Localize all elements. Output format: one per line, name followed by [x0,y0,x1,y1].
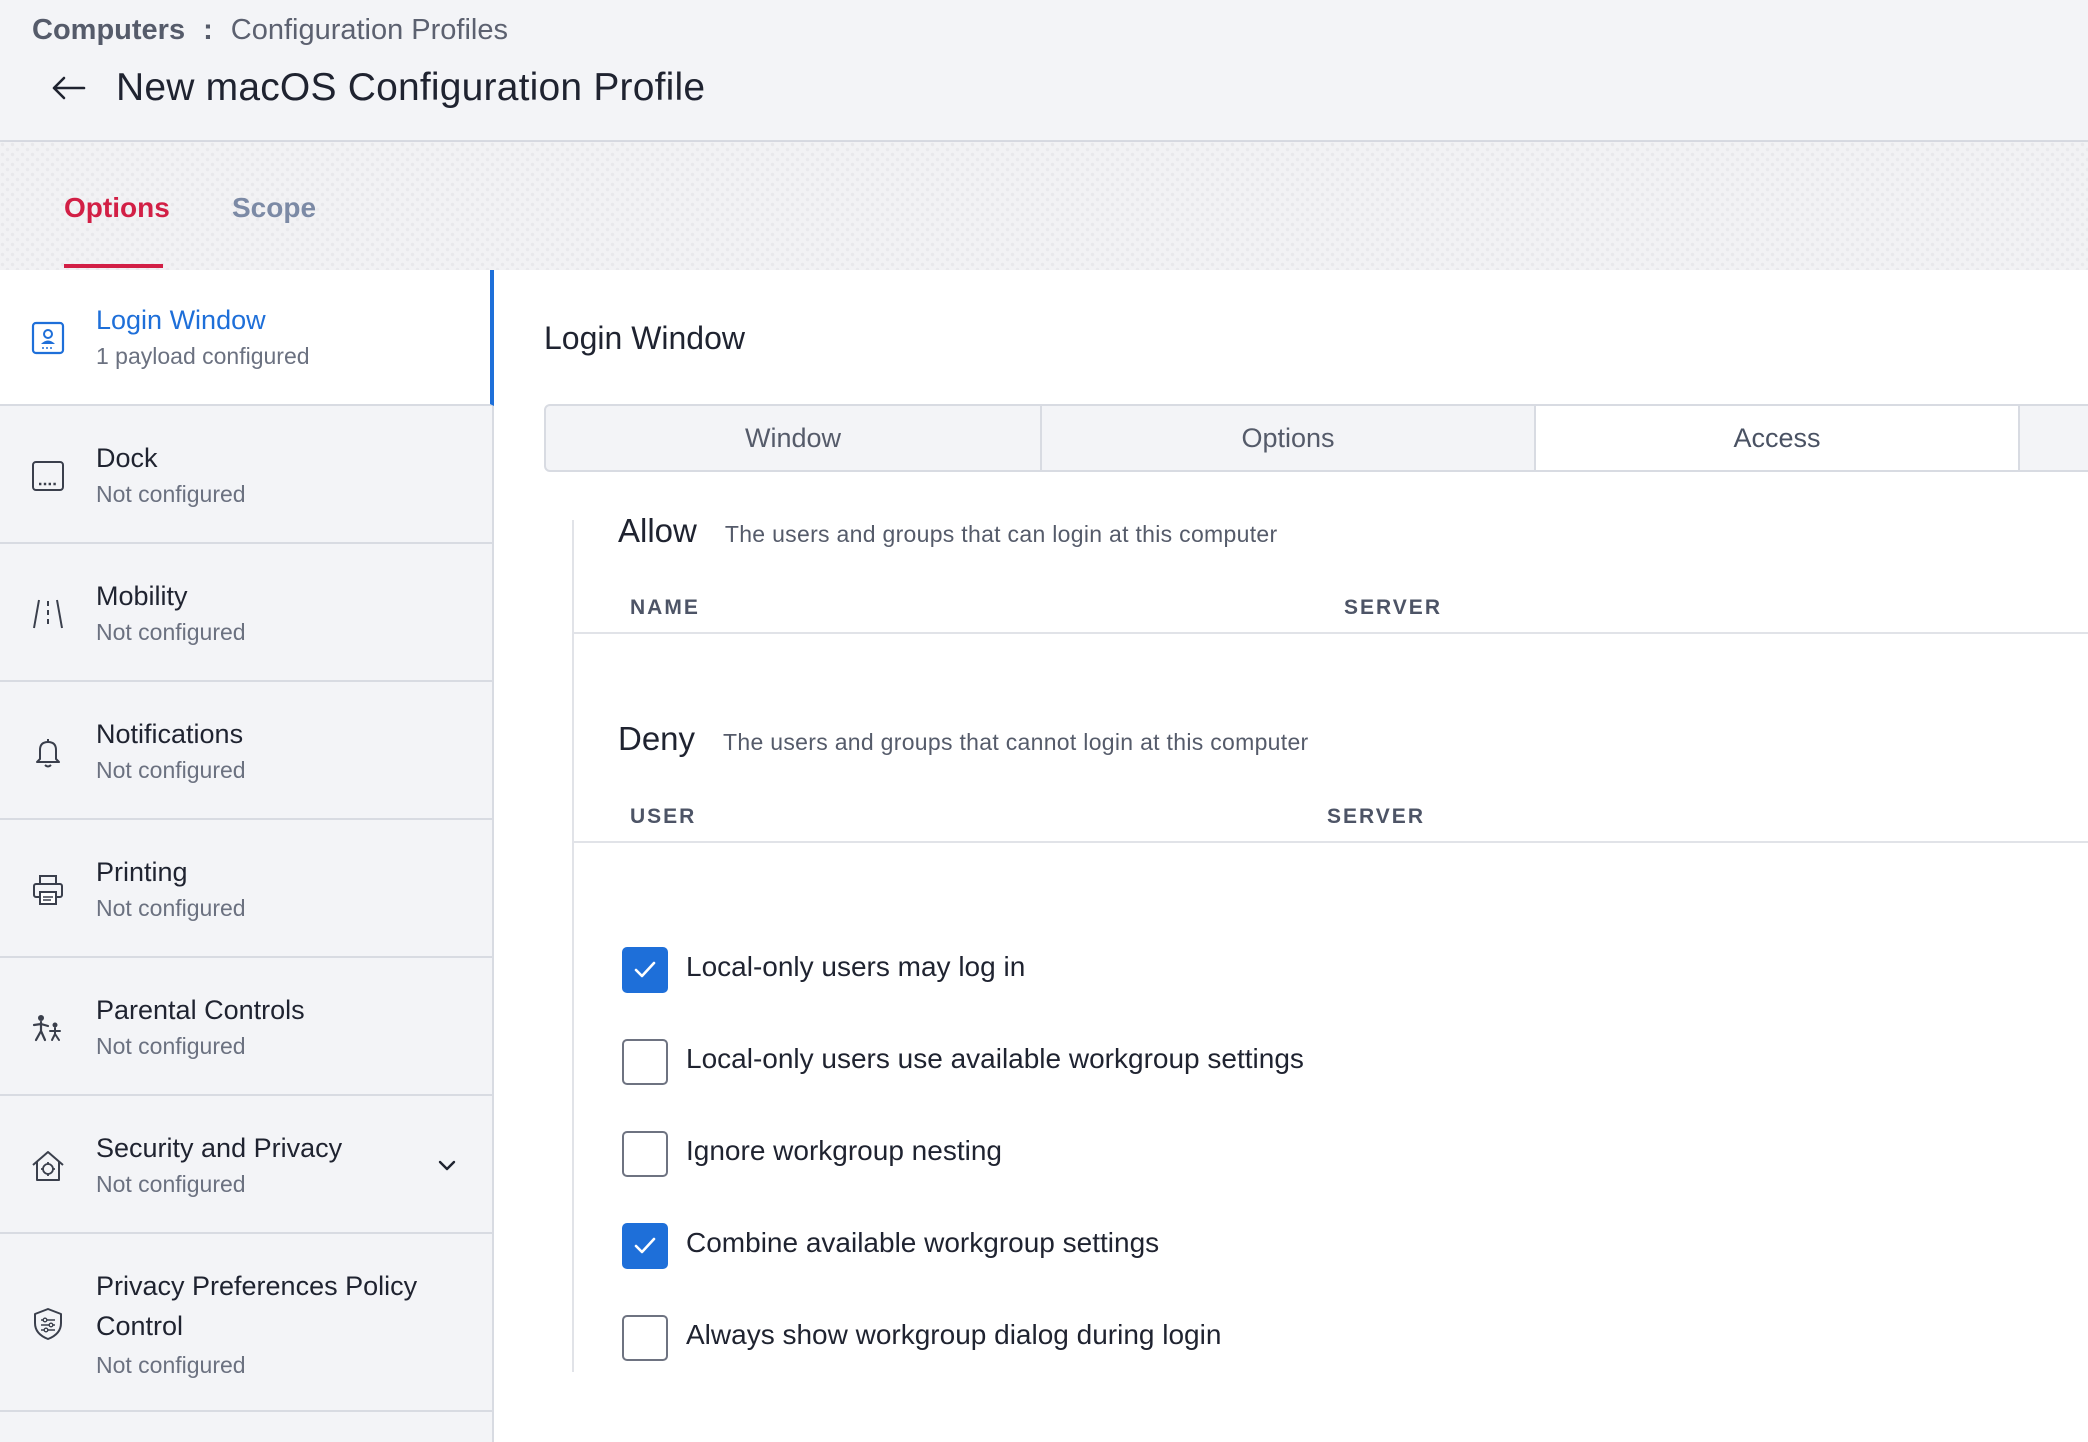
sidebar-item-title-line2: Control [96,1311,184,1341]
sidebar-item-title: Printing [96,857,188,887]
back-arrow-icon[interactable] [46,66,90,110]
checkbox-label: Local-only users use available workgroup… [686,1043,1304,1074]
mobility-icon [30,596,66,632]
tab-scope[interactable]: Scope [232,192,316,224]
checkmark-icon [634,1237,656,1254]
sidebar-item-status: Not configured [96,1171,246,1197]
privacy-shield-icon [30,1306,66,1342]
dock-icon [30,458,66,494]
allow-table-divider [574,632,2088,634]
allow-column-server[interactable]: SERVER [1344,596,1442,620]
sidebar-item-status: Not configured [96,1033,246,1059]
deny-section-header: Deny The users and groups that cannot log… [618,720,1309,758]
sidebar-item-mobility[interactable]: Mobility Not configured [0,544,494,682]
segment-options[interactable]: Options [1042,406,1536,470]
login-window-icon [30,320,66,356]
checkbox-label: Always show workgroup dialog during logi… [686,1319,1222,1350]
deny-column-server[interactable]: SERVER [1327,805,1425,829]
sidebar-item-title: Login Window [96,305,266,335]
sidebar-item-privacy-preferences-policy-control[interactable]: Privacy Preferences Policy Control Not c… [0,1234,494,1412]
sidebar-item-title: Notifications [96,719,244,749]
sidebar-item-status: 1 payload configured [96,343,310,369]
sidebar-item-notifications[interactable]: Notifications Not configured [0,682,494,820]
deny-table-divider [574,841,2088,843]
sidebar-item-title: Dock [96,443,158,473]
active-tab-indicator [64,264,163,268]
breadcrumb-computers[interactable]: Computers [32,14,185,46]
checkbox-unchecked[interactable] [622,1315,668,1361]
sidebar-item-title-line1: Privacy Preferences Policy [96,1271,418,1301]
checkbox-label: Local-only users may log in [686,951,1026,982]
deny-label: Deny [618,720,696,757]
payload-sidebar: Login Window 1 payload configured Dock N… [0,270,494,1442]
checkbox-label: Combine available workgroup settings [686,1227,1160,1258]
allow-label: Allow [618,512,697,549]
sidebar-item-status: Not configured [96,895,246,921]
page-header: Computers: Configuration Profiles New mac… [0,0,2088,142]
profile-tabs: Options Scope [0,142,2088,270]
breadcrumb-configuration-profiles[interactable]: Configuration Profiles [231,14,508,46]
allow-column-name[interactable]: NAME [630,596,700,620]
sidebar-item-status: Not configured [96,619,246,645]
sidebar-item-status: Not configured [96,481,246,507]
payload-settings-panel: Login Window Window Options Access Allow… [494,270,2088,1442]
sidebar-item-title: Parental Controls [96,995,305,1025]
deny-column-user[interactable]: USER [630,805,696,829]
parental-controls-icon [30,1010,66,1046]
access-settings: Allow The users and groups that can login… [572,512,2088,1372]
checkbox-label: Ignore workgroup nesting [686,1135,1002,1166]
sidebar-item-title: Security and Privacy [96,1133,343,1163]
segment-access[interactable]: Access [1536,406,2020,470]
breadcrumb-separator: : [203,14,213,46]
checkbox-unchecked[interactable] [622,1131,668,1177]
sidebar-item-title: Mobility [96,581,188,611]
section-title: Login Window [544,320,745,356]
checkbox-checked[interactable] [622,1223,668,1269]
checkbox-unchecked[interactable] [622,1039,668,1085]
security-house-icon [30,1148,66,1184]
sidebar-item-status: Not configured [96,1352,246,1378]
sidebar-item-login-window[interactable]: Login Window 1 payload configured [0,270,494,406]
allow-description: The users and groups that can login at t… [724,521,1278,547]
breadcrumb: Computers: Configuration Profiles [32,14,508,47]
sidebar-item-parental-controls[interactable]: Parental Controls Not configured [0,958,494,1096]
sidebar-item-printing[interactable]: Printing Not configured [0,820,494,958]
deny-description: The users and groups that cannot login a… [723,729,1309,755]
login-window-segmented-control: Window Options Access [544,404,2088,472]
sidebar-item-security-and-privacy[interactable]: Security and Privacy Not configured [0,1096,494,1234]
checkbox-checked[interactable] [622,947,668,993]
checkmark-icon [634,961,656,978]
page-title: New macOS Configuration Profile [116,66,706,109]
allow-section-header: Allow The users and groups that can login… [618,512,1277,550]
tab-options[interactable]: Options [64,192,170,224]
sidebar-item-dock[interactable]: Dock Not configured [0,406,494,544]
sidebar-item-status: Not configured [96,757,246,783]
segment-window[interactable]: Window [546,406,1042,470]
chevron-down-icon[interactable] [434,1152,460,1178]
printer-icon [30,872,66,908]
bell-icon [30,734,66,770]
